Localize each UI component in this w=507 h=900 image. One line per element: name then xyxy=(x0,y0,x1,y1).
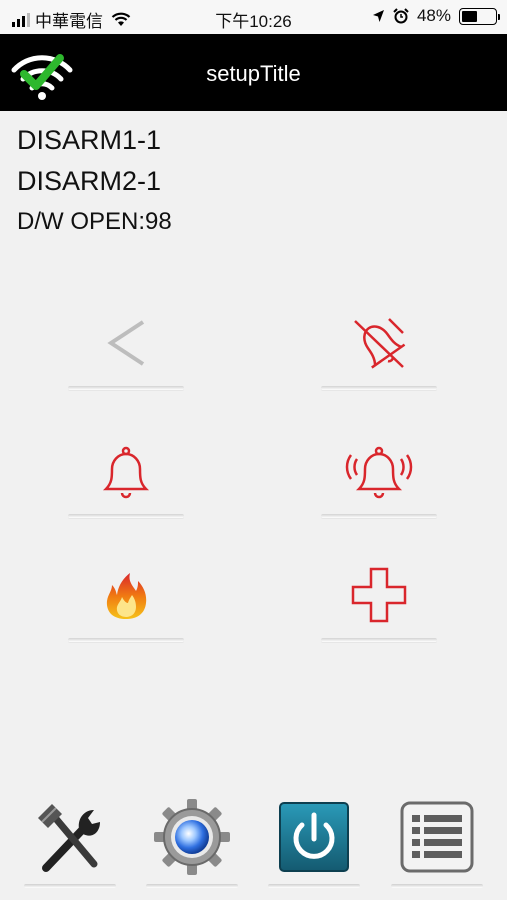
button-underline xyxy=(146,884,238,888)
status-line-2: DISARM2-1 xyxy=(17,166,162,196)
button-underline xyxy=(68,638,184,642)
button-underline xyxy=(68,386,184,390)
button-underline xyxy=(24,884,116,888)
alarm-clock-icon xyxy=(393,8,409,24)
bell-slash-icon xyxy=(354,318,406,369)
location-arrow-icon xyxy=(372,10,384,22)
alarm-button[interactable] xyxy=(68,438,184,518)
tools-button[interactable] xyxy=(24,796,116,888)
nav-bar: setupTitle xyxy=(0,34,507,111)
hammer-wrench-icon xyxy=(38,804,100,872)
battery-icon xyxy=(459,7,500,25)
list-icon xyxy=(400,801,474,873)
list-button[interactable] xyxy=(391,796,483,888)
back-button[interactable] xyxy=(68,310,184,390)
page-title: setupTitle xyxy=(206,61,301,86)
medical-button[interactable] xyxy=(321,562,437,642)
battery-percent: 48% xyxy=(416,6,451,25)
button-underline xyxy=(68,514,184,518)
medical-cross-icon xyxy=(351,567,407,623)
chevron-left-icon xyxy=(107,320,145,366)
power-button[interactable] xyxy=(268,796,360,888)
status-line-1: DISARM1-1 xyxy=(17,125,162,155)
status-bar-right: 48% xyxy=(372,6,500,26)
gear-icon xyxy=(154,799,230,875)
bell-icon xyxy=(102,446,150,499)
bell-ringing-icon xyxy=(345,446,413,499)
status-bar: 中華電信 下午10:26 48% xyxy=(0,0,507,34)
status-line-3: D/W OPEN:98 xyxy=(17,208,172,235)
fire-icon xyxy=(106,573,147,619)
button-underline xyxy=(321,386,437,390)
battery-level-fill xyxy=(462,10,478,22)
panic-alarm-button[interactable] xyxy=(321,438,437,518)
button-underline xyxy=(321,638,437,642)
button-underline xyxy=(391,884,483,888)
power-icon xyxy=(279,802,349,872)
settings-button[interactable] xyxy=(146,796,238,888)
silence-button[interactable] xyxy=(321,310,437,390)
fire-button[interactable] xyxy=(68,562,184,642)
button-underline xyxy=(321,514,437,518)
button-underline xyxy=(268,884,360,888)
